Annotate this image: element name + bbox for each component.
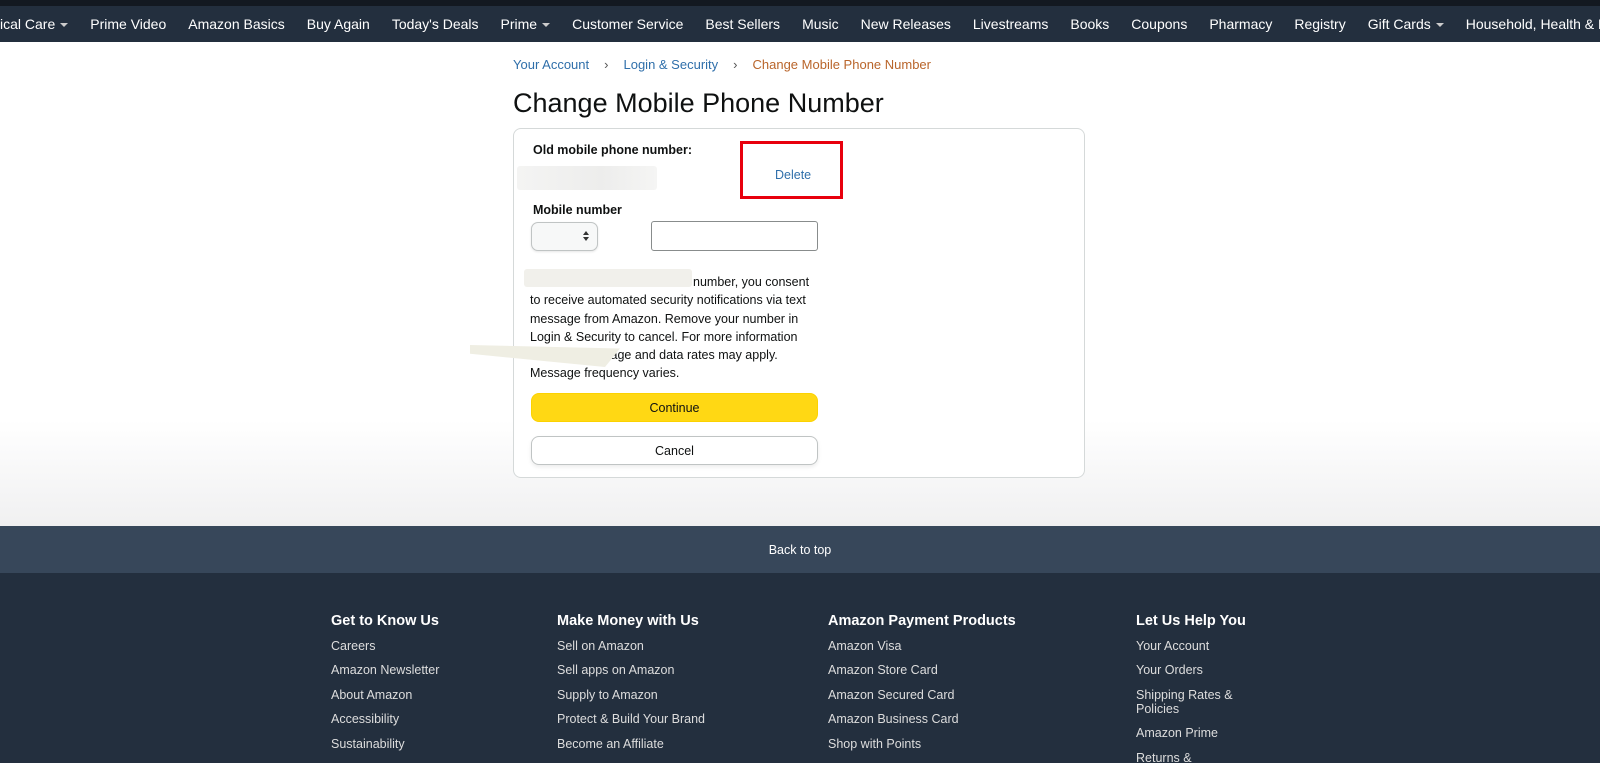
- footer-link[interactable]: Sell apps on Amazon: [557, 663, 682, 677]
- footer-link[interactable]: Amazon Business Card: [828, 712, 1016, 726]
- caret-down-icon: [60, 22, 69, 27]
- footer-link[interactable]: Returns &: [1136, 751, 1246, 765]
- nav-item-best-sellers[interactable]: Best Sellers: [694, 6, 791, 42]
- mobile-number-input[interactable]: [651, 221, 818, 251]
- footer-link[interactable]: Supply to Amazon: [557, 688, 682, 702]
- nav-item-new-releases[interactable]: New Releases: [850, 6, 962, 42]
- footer-link[interactable]: Amazon Store Card: [828, 663, 953, 677]
- nav-item-coupons[interactable]: Coupons: [1120, 6, 1198, 42]
- redacted-consent-start: [524, 269, 692, 287]
- nav-item-gift-cards[interactable]: Gift Cards: [1357, 6, 1455, 42]
- consent-text: number, you consent to receive automated…: [530, 273, 830, 383]
- footer-link[interactable]: Become an Affiliate: [557, 737, 682, 751]
- breadcrumb-separator: ›: [604, 57, 609, 72]
- footer-column-payment-products: Amazon Payment Products Amazon Visa Amaz…: [828, 613, 1016, 761]
- breadcrumb-login-security[interactable]: Login & Security: [623, 57, 718, 72]
- breadcrumb-your-account[interactable]: Your Account: [513, 57, 589, 72]
- nav-item-medical-care[interactable]: ical Care: [0, 6, 79, 42]
- footer-column-make-money: Make Money with Us Sell on Amazon Sell a…: [557, 613, 705, 761]
- footer-link[interactable]: Your Orders: [1136, 663, 1246, 677]
- old-number-label: Old mobile phone number:: [533, 143, 693, 157]
- nav-item-registry[interactable]: Registry: [1283, 6, 1356, 42]
- footer-link[interactable]: Sell on Amazon: [557, 639, 682, 653]
- delete-link[interactable]: Delete: [775, 168, 811, 182]
- footer-link[interactable]: Protect & Build Your Brand: [557, 712, 705, 726]
- footer-column-title: Get to Know Us: [331, 613, 439, 629]
- nav-item-pharmacy[interactable]: Pharmacy: [1198, 6, 1283, 42]
- footer-link[interactable]: Sustainability: [331, 737, 439, 751]
- footer-link[interactable]: About Amazon: [331, 688, 439, 702]
- nav-item-amazon-basics[interactable]: Amazon Basics: [177, 6, 295, 42]
- nav-item-todays-deals[interactable]: Today's Deals: [381, 6, 490, 42]
- continue-button[interactable]: Continue: [531, 393, 818, 422]
- consent-line: Login & Security to cancel. For more inf…: [530, 329, 798, 344]
- caret-down-icon: [542, 22, 551, 27]
- footer-column-help: Let Us Help You Your Account Your Orders…: [1136, 613, 1246, 775]
- page-title: Change Mobile Phone Number: [513, 88, 884, 118]
- footer-link[interactable]: Amazon Visa: [828, 639, 953, 653]
- footer-link[interactable]: Shop with Points: [828, 737, 953, 751]
- footer-link[interactable]: Amazon Secured Card: [828, 688, 1016, 702]
- breadcrumb-current: Change Mobile Phone Number: [752, 57, 932, 72]
- cancel-button[interactable]: Cancel: [531, 436, 818, 465]
- nav-item-customer-service[interactable]: Customer Service: [561, 6, 694, 42]
- nav-item-buy-again[interactable]: Buy Again: [296, 6, 381, 42]
- breadcrumb-separator: ›: [733, 57, 738, 72]
- nav-item-livestreams[interactable]: Livestreams: [962, 6, 1059, 42]
- footer-link[interactable]: Your Account: [1136, 639, 1246, 653]
- footer-column-title: Let Us Help You: [1136, 613, 1246, 629]
- redacted-old-number: [517, 166, 657, 190]
- footer: Get to Know Us Careers Amazon Newsletter…: [0, 573, 1600, 765]
- footer-link[interactable]: Shipping Rates & Policies: [1136, 688, 1236, 716]
- nav-bar: ical Care Prime Video Amazon Basics Buy …: [0, 6, 1600, 42]
- nav-item-prime-video[interactable]: Prime Video: [79, 6, 177, 42]
- consent-line: Message frequency varies.: [530, 366, 680, 381]
- up-down-arrows-icon: [583, 231, 589, 242]
- nav-item-household-health-baby[interactable]: Household, Health & Baby Car: [1455, 6, 1600, 42]
- consent-line: to receive automated security notificati…: [530, 293, 806, 308]
- consent-line: message from Amazon. Remove your number …: [530, 311, 799, 326]
- nav-item-music[interactable]: Music: [791, 6, 850, 42]
- footer-column-title: Amazon Payment Products: [828, 613, 1016, 629]
- footer-column-title: Make Money with Us: [557, 613, 699, 629]
- footer-link[interactable]: Careers: [331, 639, 439, 653]
- footer-link[interactable]: Accessibility: [331, 712, 439, 726]
- nav-item-prime[interactable]: Prime: [490, 6, 562, 42]
- mobile-number-label: Mobile number: [533, 203, 622, 217]
- footer-column-get-to-know-us: Get to Know Us Careers Amazon Newsletter…: [331, 613, 439, 761]
- nav-item-books[interactable]: Books: [1059, 6, 1120, 42]
- back-to-top-button[interactable]: Back to top: [0, 526, 1600, 573]
- country-code-select[interactable]: [531, 222, 598, 251]
- caret-down-icon: [1435, 22, 1444, 27]
- breadcrumb: Your Account › Login & Security › Change…: [513, 57, 931, 72]
- footer-link[interactable]: Amazon Prime: [1136, 726, 1246, 740]
- footer-link[interactable]: Amazon Newsletter: [331, 663, 439, 677]
